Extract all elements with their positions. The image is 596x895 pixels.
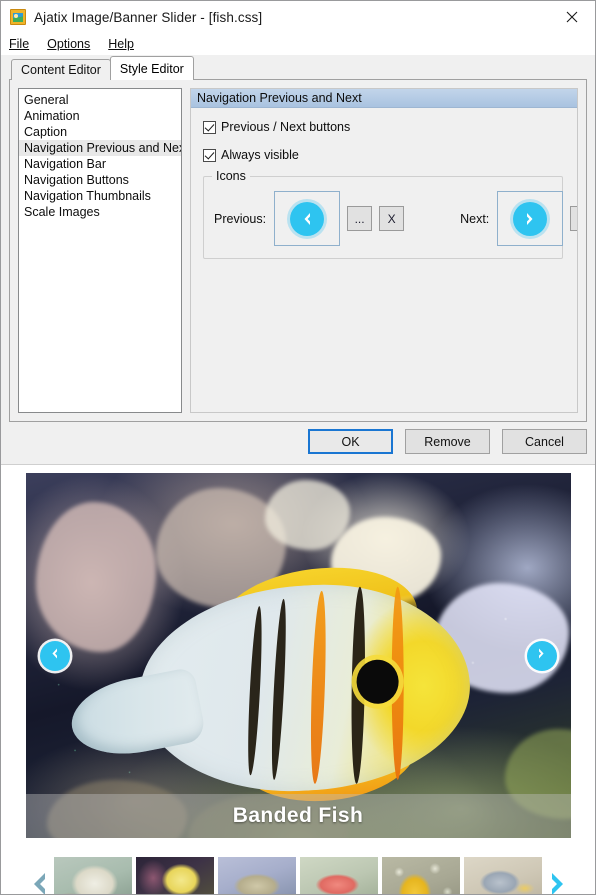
circle-chevron-left-icon [290,201,325,236]
close-icon [566,11,578,23]
settings-section-header: Navigation Previous and Next [191,89,577,108]
previous-next-buttons-label: Previous / Next buttons [221,120,351,134]
ok-button[interactable]: OK [308,429,393,454]
menu-item-file[interactable]: File [9,35,38,53]
next-icon-label: Next: [460,211,490,226]
slide-caption: Banded Fish [232,804,364,827]
tab-content-editor[interactable]: Content Editor [11,59,111,80]
cancel-button-label: Cancel [525,434,564,449]
fish-stripe [307,590,328,784]
thumbnail-1[interactable] [54,857,132,894]
slider-stage: Banded Fish [25,473,571,838]
tab-strip: Content Editor Style Editor [9,56,587,80]
list-item-navigation-bar[interactable]: Navigation Bar [19,156,181,172]
dialog-button-bar: OK Remove Cancel [308,429,587,454]
thumbnail-strip [26,846,571,894]
thumbnail-4[interactable] [300,857,378,894]
list-item-navigation-thumbnails[interactable]: Navigation Thumbnails [19,188,181,204]
thumbnail-next-button[interactable] [545,871,571,894]
previous-clear-label: X [387,211,396,226]
style-section-list[interactable]: General Animation Caption Navigation Pre… [18,88,182,413]
fish-stripe [268,598,289,781]
close-button[interactable] [549,1,595,33]
menu-options-label: Options [47,37,91,51]
tab-style-editor-label: Style Editor [119,61,184,76]
tab-content-editor-label: Content Editor [21,63,101,77]
style-editor-panel: General Animation Caption Navigation Pre… [9,79,587,422]
ok-button-label: OK [341,434,360,449]
next-icon-group: Next: ... X [460,191,577,246]
previous-icon-browse-button[interactable]: ... [347,206,373,231]
thumbnail-3[interactable] [218,857,296,894]
slide-caption-bar: Banded Fish [25,794,571,838]
previous-next-buttons-checkbox[interactable] [203,120,216,134]
previous-icon-label: Previous: [214,211,267,226]
always-visible-checkbox[interactable] [203,148,216,162]
remove-button-label: Remove [424,434,471,449]
icons-group-box: Icons Previous: ... X Next: [203,169,577,259]
icon-rows: Previous: ... X Next: [214,191,577,246]
previous-icon-clear-button[interactable]: X [379,206,405,231]
slide-previous-button[interactable] [39,640,70,671]
title-bar: Ajatix Image/Banner Slider - [fish.css] [1,1,595,33]
thumbnail-2[interactable] [136,857,214,894]
thumbnail-list [54,857,542,894]
checkbox-row-previous-next-buttons[interactable]: Previous / Next buttons [203,120,567,134]
list-item-caption[interactable]: Caption [19,124,181,140]
tab-style-editor[interactable]: Style Editor [109,56,194,80]
slide-next-button[interactable] [526,640,557,671]
always-visible-label: Always visible [221,148,299,162]
next-icon-preview[interactable] [497,191,564,246]
previous-browse-label: ... [354,211,365,226]
menu-help-label: Help [108,37,134,51]
chevron-left-icon [29,871,49,894]
thumbnail-5[interactable] [382,857,460,894]
banded-fish-image [64,556,489,810]
settings-body: Previous / Next buttons Always visible I… [191,108,577,259]
cancel-button[interactable]: Cancel [502,429,587,454]
checkbox-row-always-visible[interactable]: Always visible [203,148,567,162]
slider-preview: Banded Fish [1,464,595,894]
list-item-animation[interactable]: Animation [19,108,181,124]
remove-button[interactable]: Remove [405,429,490,454]
thumbnail-6[interactable] [464,857,542,894]
image-frame-icon [10,9,26,25]
menu-bar: File Options Help [1,33,595,55]
fish-stripe [244,605,264,776]
list-item-general[interactable]: General [19,92,181,108]
application-window: Ajatix Image/Banner Slider - [fish.css] … [0,0,596,895]
menu-file-label: File [9,37,30,51]
circle-chevron-left-icon [47,646,62,666]
icons-group-title: Icons [212,169,250,183]
next-icon-browse-button[interactable]: ... [570,206,577,231]
circle-chevron-right-icon [513,201,548,236]
menu-item-options[interactable]: Options [47,35,99,53]
list-item-scale-images[interactable]: Scale Images [19,204,181,220]
circle-chevron-right-icon [534,646,549,666]
thumbnail-previous-button[interactable] [26,871,52,894]
style-editor-dialog: Content Editor Style Editor General Anim… [1,55,595,464]
list-item-navigation-buttons[interactable]: Navigation Buttons [19,172,181,188]
menu-item-help[interactable]: Help [108,35,143,53]
list-item-navigation-previous-and-next[interactable]: Navigation Previous and Next [19,140,181,156]
previous-icon-preview[interactable] [274,191,341,246]
chevron-right-icon [548,871,568,894]
settings-pane: Navigation Previous and Next Previous / … [190,88,578,413]
previous-icon-group: Previous: ... X [214,191,405,246]
window-title: Ajatix Image/Banner Slider - [fish.css] [34,9,263,25]
